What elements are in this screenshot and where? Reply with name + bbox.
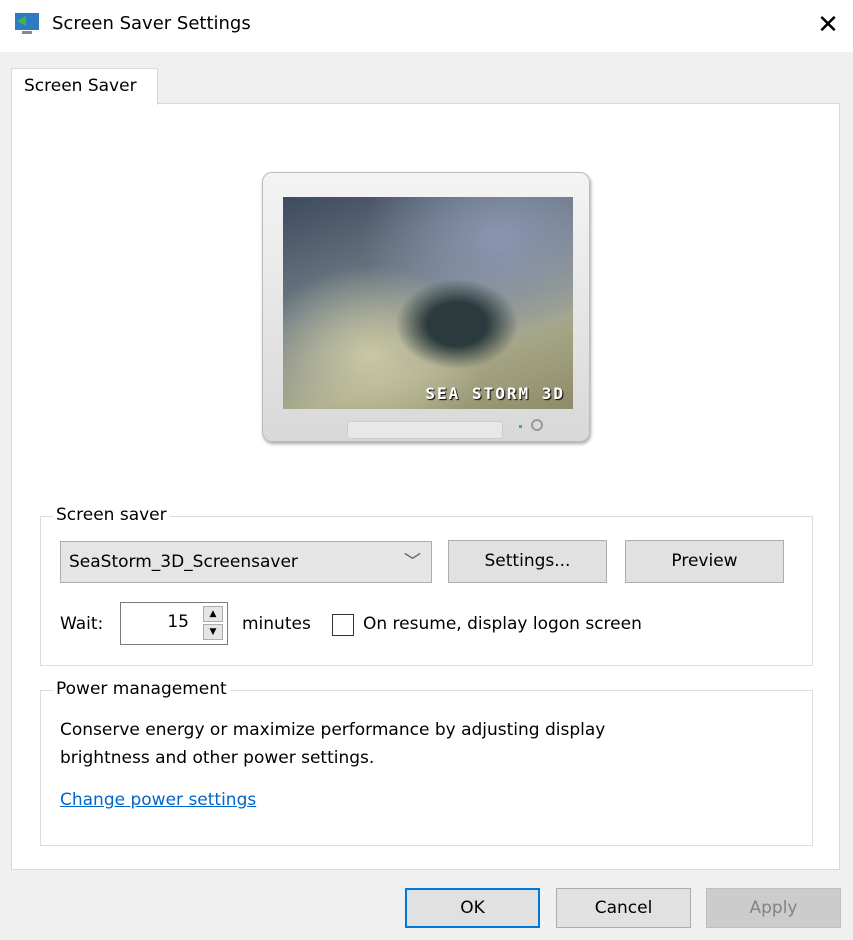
close-button[interactable]: ✕ <box>812 8 844 42</box>
spin-down-icon[interactable]: ▼ <box>203 624 223 640</box>
preview-button[interactable]: Preview <box>625 540 784 583</box>
tab-screen-saver[interactable]: Screen Saver <box>11 68 158 105</box>
preview-screen: SEA STORM 3D <box>283 197 573 409</box>
ok-button[interactable]: OK <box>405 888 540 928</box>
power-management-legend: Power management <box>53 679 230 699</box>
chevron-down-icon: ﹀ <box>404 552 421 572</box>
spin-up-icon[interactable]: ▲ <box>203 606 223 622</box>
apply-button[interactable]: Apply <box>706 888 841 928</box>
power-description-line2: brightness and other power settings. <box>60 748 375 768</box>
logon-screen-label[interactable]: On resume, display logon screen <box>363 614 642 634</box>
settings-button[interactable]: Settings... <box>448 540 607 583</box>
title-bar: Screen Saver Settings ✕ <box>0 0 853 52</box>
screen-saver-app-icon <box>15 13 39 34</box>
cancel-button[interactable]: Cancel <box>556 888 691 928</box>
power-led-icon <box>519 425 522 428</box>
preview-monitor: SEA STORM 3D <box>262 172 590 442</box>
wait-label: Wait: <box>60 614 104 634</box>
wait-spinner[interactable]: 15 ▲ ▼ <box>120 602 228 645</box>
monitor-bezel-bar <box>347 421 503 439</box>
window-title: Screen Saver Settings <box>52 13 251 34</box>
screen-saver-dropdown[interactable]: SeaStorm_3D_Screensaver ﹀ <box>60 541 432 583</box>
minutes-label: minutes <box>242 614 311 634</box>
power-description-line1: Conserve energy or maximize performance … <box>60 720 606 740</box>
dropdown-value: SeaStorm_3D_Screensaver <box>69 552 298 572</box>
power-button-icon <box>531 419 543 431</box>
power-management-group <box>40 690 813 846</box>
screen-saver-legend: Screen saver <box>53 505 170 525</box>
change-power-settings-link[interactable]: Change power settings <box>60 790 256 810</box>
preview-overlay-text: SEA STORM 3D <box>425 384 565 403</box>
wait-value[interactable]: 15 <box>167 612 189 632</box>
logon-screen-checkbox[interactable] <box>332 614 354 636</box>
